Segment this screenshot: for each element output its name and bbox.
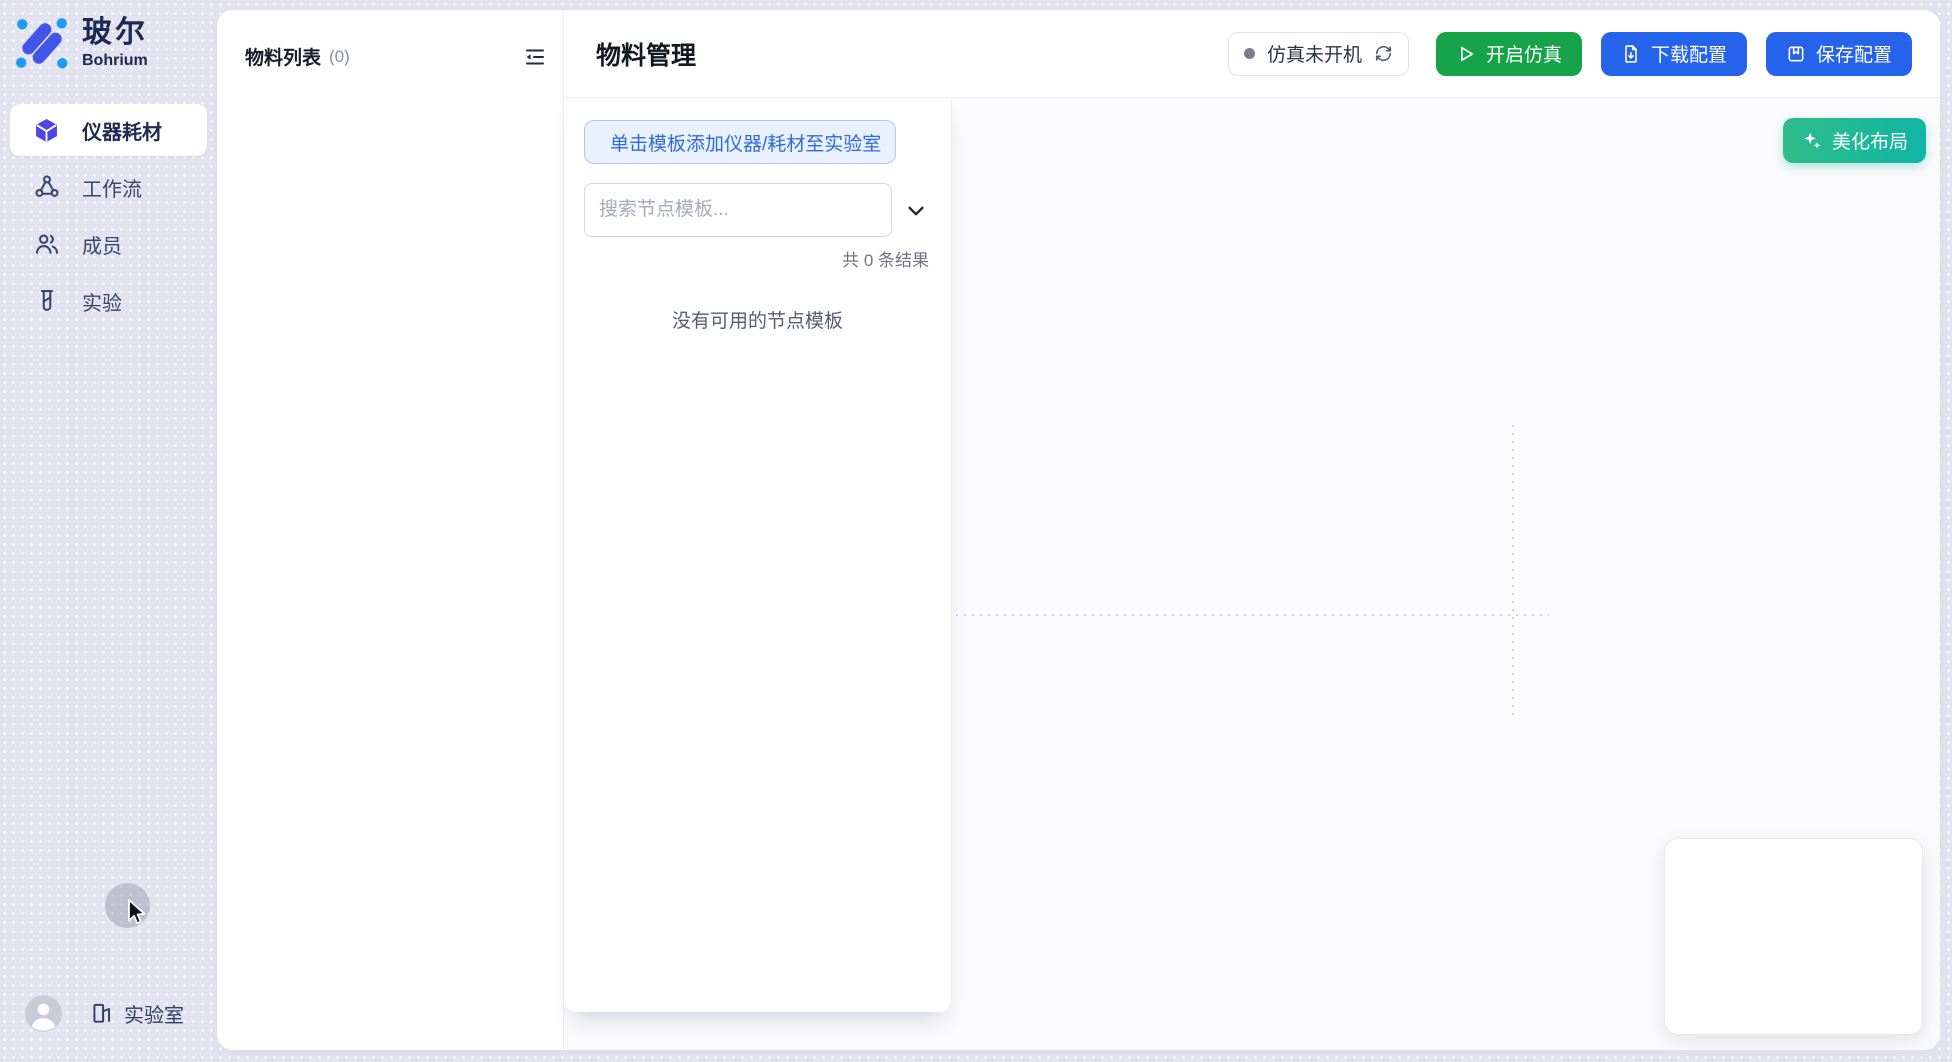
template-hint-text: 单击模板添加仪器/耗材至实验室 — [610, 129, 881, 156]
sidebar-item-instruments[interactable]: 仪器耗材 — [10, 104, 207, 156]
download-config-button[interactable]: 下载配置 — [1601, 32, 1747, 76]
node-template-panel: 单击模板添加仪器/耗材至实验室 共 0 条结果 没有可用的节点模板 — [564, 98, 952, 1012]
minimap-panel[interactable] — [1664, 838, 1923, 1035]
building-icon — [89, 1000, 115, 1026]
brand-name-en: Bohrium — [82, 53, 148, 69]
canvas-guide-vertical — [1512, 425, 1514, 720]
lab-switcher[interactable]: 实验室 — [89, 999, 184, 1028]
user-avatar[interactable] — [25, 995, 62, 1032]
cube-icon — [33, 117, 60, 144]
search-template-input[interactable] — [584, 183, 892, 237]
lab-label: 实验室 — [124, 999, 184, 1028]
mouse-cursor — [122, 897, 150, 933]
template-hint-alert: 单击模板添加仪器/耗材至实验室 — [584, 120, 896, 164]
refresh-icon[interactable] — [1374, 44, 1393, 63]
experiment-icon — [33, 288, 60, 315]
materials-list-panel: 物料列表 (0) — [217, 10, 563, 1050]
materials-list-header: 物料列表 (0) — [245, 43, 547, 70]
simulation-status-label: 仿真未开机 — [1267, 40, 1362, 67]
sidebar-item-workflow[interactable]: 工作流 — [10, 161, 207, 213]
download-config-label: 下载配置 — [1651, 40, 1727, 67]
empty-templates-text: 没有可用的节点模板 — [564, 306, 951, 333]
main-header: 物料管理 仿真未开机 — [564, 10, 1940, 98]
app-root: 玻尔 Bohrium 仪器耗材 — [0, 0, 1952, 1062]
results-count: 共 0 条结果 — [842, 246, 929, 271]
materials-list-title: 物料列表 — [245, 43, 321, 70]
page-title: 物料管理 — [596, 36, 696, 72]
save-config-button[interactable]: 保存配置 — [1766, 32, 1912, 76]
sidebar-item-label: 仪器耗材 — [82, 116, 162, 145]
sidebar-item-label: 成员 — [82, 230, 122, 259]
sidebar-item-experiments[interactable]: 实验 — [10, 275, 207, 327]
main-area: 物料管理 仿真未开机 — [563, 10, 1940, 1050]
members-icon — [33, 231, 60, 258]
save-icon — [1786, 44, 1806, 64]
canvas-guide-horizontal — [956, 614, 1549, 616]
workflow-icon — [33, 174, 60, 201]
status-dot-icon — [1244, 48, 1255, 59]
play-icon — [1456, 44, 1476, 64]
sidebar-item-label: 实验 — [82, 287, 122, 316]
header-actions: 仿真未开机 — [1228, 32, 1912, 76]
file-download-icon — [1621, 44, 1641, 64]
bohrium-logo-icon — [15, 16, 69, 70]
sidebar-item-members[interactable]: 成员 — [10, 218, 207, 270]
sidebar-nav: 仪器耗材 工作流 — [10, 104, 207, 327]
brand-name-zh: 玻尔 — [82, 18, 148, 48]
start-simulation-button[interactable]: 开启仿真 — [1436, 32, 1582, 76]
beautify-layout-label: 美化布局 — [1832, 127, 1908, 154]
flow-canvas[interactable]: 单击模板添加仪器/耗材至实验室 共 0 条结果 没有可用的节点模板 美化布 — [564, 98, 1940, 1050]
content-window: 物料列表 (0) 物料管理 仿真未开机 — [217, 10, 1940, 1050]
sparkles-icon — [1801, 130, 1823, 152]
chevron-down-icon[interactable] — [905, 200, 927, 222]
collapse-panel-icon[interactable] — [523, 45, 547, 69]
materials-list-count: (0) — [329, 47, 350, 67]
brand-logo: 玻尔 Bohrium — [15, 16, 148, 70]
simulation-status-pill: 仿真未开机 — [1228, 32, 1409, 76]
sidebar-footer: 实验室 — [0, 993, 217, 1033]
start-simulation-label: 开启仿真 — [1486, 40, 1562, 67]
save-config-label: 保存配置 — [1816, 40, 1892, 67]
sidebar-item-label: 工作流 — [82, 173, 142, 202]
beautify-layout-button[interactable]: 美化布局 — [1783, 118, 1926, 163]
